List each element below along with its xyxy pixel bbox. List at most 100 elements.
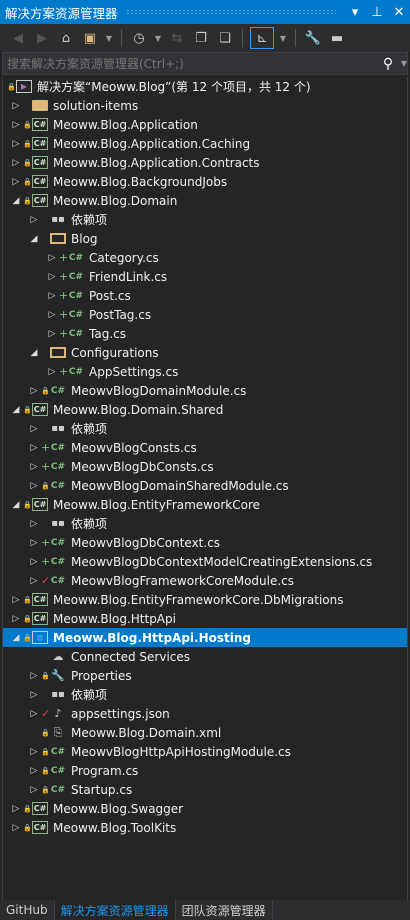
collapsed-arrow-icon[interactable]: ▷: [9, 158, 23, 168]
expanded-arrow-icon[interactable]: ◢: [9, 500, 23, 510]
tree-item[interactable]: ▷ 🔒 C# MeowvBlogHttpApiHostingModule.cs: [3, 742, 407, 761]
collapsed-arrow-icon[interactable]: ▷: [27, 538, 41, 548]
tree-item[interactable]: ▷ ✓ ♪ appsettings.json: [3, 704, 407, 723]
collapsed-arrow-icon[interactable]: ▷: [45, 291, 59, 301]
home-icon[interactable]: ⌂: [56, 27, 76, 49]
show-all-files-icon[interactable]: ❏: [215, 27, 235, 49]
tree-item[interactable]: 🔒 ▶ 解决方案“Meoww.Blog”(第 12 个项目，共 12 个): [3, 77, 407, 96]
collapsed-arrow-icon[interactable]: ▷: [45, 310, 59, 320]
expanded-arrow-icon[interactable]: ◢: [9, 405, 23, 415]
tree-item[interactable]: ◢ 🔒 C# Meoww.Blog.Domain.Shared: [3, 400, 407, 419]
chevron-down-icon[interactable]: ▾: [344, 5, 366, 20]
collapsed-arrow-icon[interactable]: ▷: [9, 120, 23, 130]
tree-item[interactable]: ▷ 🔒 C# Meoww.Blog.HttpApi: [3, 609, 407, 628]
chevron-down-icon[interactable]: ▼: [153, 27, 163, 49]
collapsed-arrow-icon[interactable]: ▷: [45, 329, 59, 339]
collapsed-arrow-icon[interactable]: ▷: [27, 481, 41, 491]
collapsed-arrow-icon[interactable]: ▷: [27, 671, 41, 681]
pin-icon[interactable]: ⊥: [366, 5, 388, 20]
collapsed-arrow-icon[interactable]: ▷: [45, 367, 59, 377]
tree-item[interactable]: ▷ + C# MeowvBlogDbConsts.cs: [3, 457, 407, 476]
switch-views-icon[interactable]: ▣: [80, 27, 100, 49]
tree-item[interactable]: ▷ 🔒 C# MeowvBlogDomainModule.cs: [3, 381, 407, 400]
tree-item[interactable]: ▷ ▪▪ 依赖项: [3, 210, 407, 229]
tree-item[interactable]: ▷ 🔒 C# Meoww.Blog.Swagger: [3, 799, 407, 818]
tree-item[interactable]: ▷ 🔒 C# Meoww.Blog.Application.Contracts: [3, 153, 407, 172]
forward-icon[interactable]: ▶: [32, 27, 52, 49]
tree-item[interactable]: ◢ Configurations: [3, 343, 407, 362]
tree-item[interactable]: ▷ 🔒 C# Meoww.Blog.BackgroundJobs: [3, 172, 407, 191]
collapsed-arrow-icon[interactable]: ▷: [27, 557, 41, 567]
tree-item[interactable]: ▷ 🔒 🔧 Properties: [3, 666, 407, 685]
collapsed-arrow-icon[interactable]: ▷: [9, 823, 23, 833]
collapsed-arrow-icon[interactable]: ▷: [27, 519, 41, 529]
tree-item[interactable]: ▷ + C# AppSettings.cs: [3, 362, 407, 381]
collapsed-arrow-icon[interactable]: ▷: [27, 785, 41, 795]
pending-changes-filter-icon[interactable]: ◷: [129, 27, 149, 49]
collapsed-arrow-icon[interactable]: ▷: [27, 215, 41, 225]
tree-item[interactable]: 🔒 ⎘ Meoww.Blog.Domain.xml: [3, 723, 407, 742]
collapsed-arrow-icon[interactable]: ▷: [9, 614, 23, 624]
collapsed-arrow-icon[interactable]: ▷: [9, 177, 23, 187]
preview-icon[interactable]: ▬: [327, 27, 347, 49]
collapsed-arrow-icon[interactable]: ▷: [27, 462, 41, 472]
tree-item[interactable]: ▷ + C# MeowvBlogDbContextModelCreatingExten…: [3, 552, 407, 571]
track-active-item-icon[interactable]: ⊾: [250, 27, 274, 49]
collapsed-arrow-icon[interactable]: ▷: [27, 747, 41, 757]
tree-item[interactable]: ▷ + C# Post.cs: [3, 286, 407, 305]
collapsed-arrow-icon[interactable]: ▷: [45, 253, 59, 263]
expanded-arrow-icon[interactable]: ◢: [27, 234, 41, 244]
tree-item[interactable]: ▷ ▪▪ 依赖项: [3, 514, 407, 533]
chevron-down-icon[interactable]: ▼: [278, 27, 288, 49]
collapsed-arrow-icon[interactable]: ▷: [27, 709, 41, 719]
chevron-down-icon[interactable]: ▼: [104, 27, 114, 49]
collapsed-arrow-icon[interactable]: ▷: [45, 272, 59, 282]
tree-item[interactable]: ▷ 🔒 C# Meoww.Blog.Application: [3, 115, 407, 134]
tree-item[interactable]: ▷ ✓ C# MeowvBlogFrameworkCoreModule.cs: [3, 571, 407, 590]
collapsed-arrow-icon[interactable]: ▷: [27, 443, 41, 453]
tree-item[interactable]: ◢ 🔒 C# Meoww.Blog.Domain: [3, 191, 407, 210]
collapsed-arrow-icon[interactable]: ▷: [9, 101, 23, 111]
back-icon[interactable]: ◀: [8, 27, 28, 49]
tree-item[interactable]: ▷ ▪▪ 依赖项: [3, 685, 407, 704]
collapsed-arrow-icon[interactable]: ▷: [27, 690, 41, 700]
tree-item[interactable]: ▷ 🔒 C# MeowvBlogDomainSharedModule.cs: [3, 476, 407, 495]
tree-item[interactable]: ▷ solution-items: [3, 96, 407, 115]
search-icon[interactable]: ⚲: [383, 56, 401, 72]
collapsed-arrow-icon[interactable]: ▷: [9, 804, 23, 814]
tree-item[interactable]: ▷ + C# Tag.cs: [3, 324, 407, 343]
tab-2[interactable]: 团队资源管理器: [176, 900, 273, 920]
tree-item[interactable]: ▷ 🔒 C# Program.cs: [3, 761, 407, 780]
tree-item[interactable]: ▷ 🔒 C# Meoww.Blog.ToolKits: [3, 818, 407, 837]
chevron-down-icon[interactable]: ▼: [401, 59, 407, 68]
tree-item[interactable]: ▷ + C# MeowvBlogDbContext.cs: [3, 533, 407, 552]
search-input[interactable]: [7, 56, 383, 71]
expanded-arrow-icon[interactable]: ◢: [27, 348, 41, 358]
tab-1[interactable]: 解决方案资源管理器: [54, 900, 176, 920]
expanded-arrow-icon[interactable]: ◢: [9, 633, 23, 643]
tree-item[interactable]: ◢ Blog: [3, 229, 407, 248]
tree-item[interactable]: ◢ 🔒 C# Meoww.Blog.EntityFrameworkCore: [3, 495, 407, 514]
collapsed-arrow-icon[interactable]: ▷: [9, 139, 23, 149]
collapsed-arrow-icon[interactable]: ▷: [27, 766, 41, 776]
tree-item[interactable]: ▷ + C# Category.cs: [3, 248, 407, 267]
tree-item[interactable]: ▷ ▪▪ 依赖项: [3, 419, 407, 438]
tree-item[interactable]: ☁ Connected Services: [3, 647, 407, 666]
tree-item[interactable]: ▷ 🔒 C# Startup.cs: [3, 780, 407, 799]
tree-item[interactable]: ▷ 🔒 C# Meoww.Blog.EntityFrameworkCore.DbMig…: [3, 590, 407, 609]
tab-0[interactable]: GitHub: [0, 900, 55, 920]
collapsed-arrow-icon[interactable]: ▷: [27, 424, 41, 434]
collapsed-arrow-icon[interactable]: ▷: [27, 386, 41, 396]
expanded-arrow-icon[interactable]: ◢: [9, 196, 23, 206]
tree-item[interactable]: ▷ + C# PostTag.cs: [3, 305, 407, 324]
collapsed-arrow-icon[interactable]: ▷: [9, 595, 23, 605]
properties-icon[interactable]: 🔧: [303, 27, 323, 49]
tree-item[interactable]: ▷ 🔒 C# Meoww.Blog.Application.Caching: [3, 134, 407, 153]
collapse-all-icon[interactable]: ❐: [191, 27, 211, 49]
tree-item[interactable]: ◢ 🔒 ◍ Meoww.Blog.HttpApi.Hosting: [3, 628, 407, 647]
sync-icon[interactable]: ⇆: [167, 27, 187, 49]
tree-item[interactable]: ▷ + C# FriendLink.cs: [3, 267, 407, 286]
close-icon[interactable]: ✕: [388, 5, 410, 20]
tree-item[interactable]: ▷ + C# MeowvBlogConsts.cs: [3, 438, 407, 457]
collapsed-arrow-icon[interactable]: ▷: [27, 576, 41, 586]
